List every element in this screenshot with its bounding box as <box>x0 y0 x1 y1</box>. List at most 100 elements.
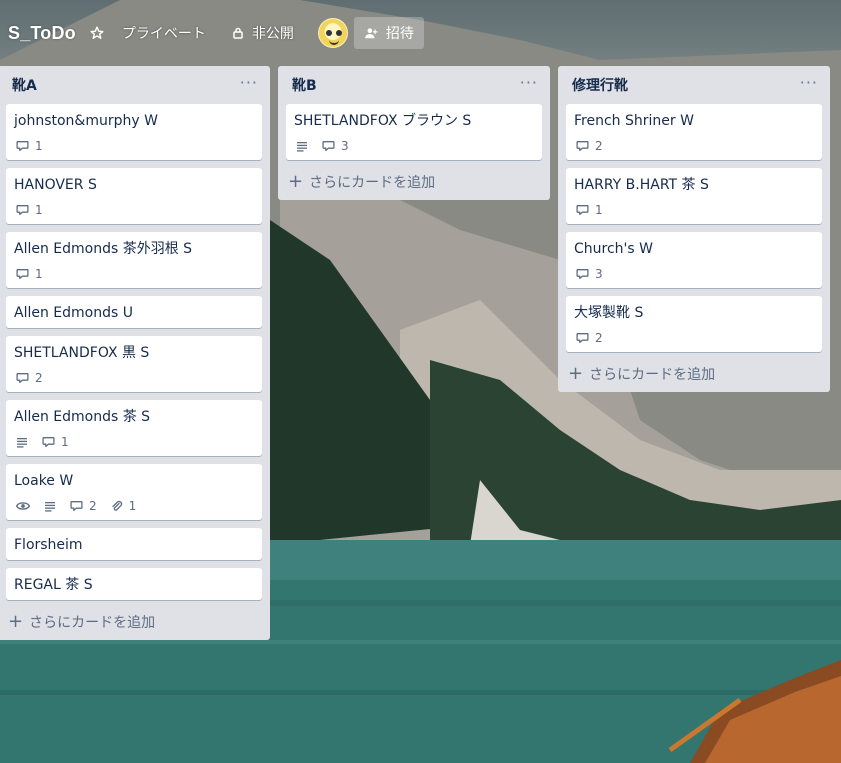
comment-icon <box>576 204 589 216</box>
plus-icon: + <box>8 611 24 632</box>
comment-badge: 2 <box>70 499 97 513</box>
card-badges: 2 <box>14 368 254 388</box>
more-icon[interactable]: ··· <box>240 73 258 92</box>
add-card-label: さらにカードを追加 <box>309 175 436 191</box>
list-header: 靴A ··· <box>6 66 262 104</box>
card[interactable]: Church's W 3 <box>566 232 822 288</box>
comment-badge: 3 <box>576 267 603 281</box>
member-avatar[interactable] <box>317 18 348 48</box>
invite-button[interactable]: 招待 <box>353 17 424 49</box>
card-badges: 3 <box>294 136 534 156</box>
card[interactable]: REGAL 茶 S <box>6 568 262 600</box>
card-title: SHETLANDFOX 黒 S <box>14 345 150 361</box>
privacy-label: 非公開 <box>251 26 294 42</box>
card[interactable]: French Shriner W 2 <box>566 104 822 160</box>
attachment-count: 1 <box>128 499 137 513</box>
card-title: Allen Edmonds 茶 S <box>14 409 151 425</box>
list-header: 修理行靴 ··· <box>566 66 822 104</box>
comment-count: 1 <box>61 435 69 449</box>
card[interactable]: 大塚製靴 S 2 <box>566 296 822 352</box>
card[interactable]: HANOVER S 1 <box>6 168 262 224</box>
comment-icon <box>576 140 589 152</box>
visibility-label: プライベート <box>121 26 206 42</box>
list-shoes-a: 靴A ··· johnston&murphy W 1 HANOVER S 1 Allen E… <box>0 66 270 640</box>
card[interactable]: SHETLANDFOX 黒 S 2 <box>6 336 262 392</box>
add-card-button[interactable]: + さらにカードを追加 <box>286 164 542 200</box>
comment-icon <box>16 204 29 216</box>
lock-icon <box>233 27 243 39</box>
list-header: 靴B ··· <box>286 66 542 104</box>
comment-badge: 1 <box>42 435 69 449</box>
comment-count: 1 <box>35 139 43 153</box>
card-title: Florsheim <box>14 537 83 553</box>
list-title[interactable]: 靴A <box>12 75 37 95</box>
comment-count: 2 <box>595 139 603 153</box>
add-card-button[interactable]: + さらにカードを追加 <box>566 356 822 392</box>
card[interactable]: johnston&murphy W 1 <box>6 104 262 160</box>
invite-label: 招待 <box>385 26 414 42</box>
comment-icon <box>576 268 589 280</box>
list-shoes-b: 靴B ··· SHETLANDFOX ブラウン S 3 + さらにカードを追加 <box>278 66 550 200</box>
card-title: 大塚製靴 S <box>574 305 644 321</box>
comment-count: 2 <box>595 331 603 345</box>
card-title: Allen Edmonds U <box>14 305 133 321</box>
comment-icon <box>16 140 29 152</box>
comment-count: 3 <box>595 267 603 281</box>
card-title: Loake W <box>14 473 74 489</box>
card-badges: 1 <box>14 200 254 220</box>
more-icon[interactable]: ··· <box>520 73 538 92</box>
list-repair: 修理行靴 ··· French Shriner W 2 HARRY B.HART 茶 S… <box>558 66 830 392</box>
card[interactable]: Allen Edmonds U <box>6 296 262 328</box>
star-button[interactable] <box>90 26 104 40</box>
paperclip-icon <box>111 500 123 513</box>
card-title: REGAL 茶 S <box>14 577 93 593</box>
card-badges: 1 <box>14 432 254 452</box>
description-icon <box>16 436 28 448</box>
plus-icon: + <box>288 171 304 192</box>
comment-count: 1 <box>35 203 43 217</box>
plus-icon: + <box>568 363 584 384</box>
card-title: johnston&murphy W <box>14 113 158 129</box>
add-card-label: さらにカードを追加 <box>589 367 716 383</box>
description-icon <box>296 140 308 152</box>
comment-badge: 1 <box>576 203 603 217</box>
card-title: Allen Edmonds 茶外羽根 S <box>14 241 193 257</box>
comment-count: 3 <box>341 139 349 153</box>
comment-icon <box>576 332 589 344</box>
comment-badge: 1 <box>16 139 43 153</box>
board-title[interactable]: S_ToDo <box>8 23 76 44</box>
comment-icon <box>16 372 29 384</box>
card-title: HANOVER S <box>14 177 97 193</box>
card-badges: 2 <box>574 136 814 156</box>
card-title: HARRY B.HART 茶 S <box>574 177 709 193</box>
card[interactable]: Florsheim <box>6 528 262 560</box>
board-header: S_ToDo プライベート 非公開 招待 <box>0 12 841 54</box>
card-badges: 21 <box>14 496 254 516</box>
card-badges: 3 <box>574 264 814 284</box>
comment-icon <box>322 140 335 152</box>
comment-badge: 3 <box>322 139 349 153</box>
eye-icon <box>16 500 30 512</box>
more-icon[interactable]: ··· <box>800 73 818 92</box>
card[interactable]: Loake W21 <box>6 464 262 520</box>
card[interactable]: Allen Edmonds 茶外羽根 S 1 <box>6 232 262 288</box>
attachment-badge: 1 <box>111 499 137 513</box>
card[interactable]: HARRY B.HART 茶 S 1 <box>566 168 822 224</box>
comment-badge: 2 <box>16 371 43 385</box>
privacy-button[interactable]: 非公開 <box>232 23 294 43</box>
list-title[interactable]: 靴B <box>292 75 317 95</box>
card-badges: 2 <box>574 328 814 348</box>
visibility-button[interactable]: プライベート <box>122 23 206 43</box>
add-member-icon <box>365 28 378 39</box>
card-badges: 1 <box>574 200 814 220</box>
card-title: French Shriner W <box>574 113 694 129</box>
card[interactable]: Allen Edmonds 茶 S 1 <box>6 400 262 456</box>
list-title[interactable]: 修理行靴 <box>572 75 628 95</box>
comment-count: 1 <box>595 203 603 217</box>
comment-badge: 1 <box>16 267 43 281</box>
comment-icon <box>70 500 83 512</box>
comment-count: 1 <box>35 267 43 281</box>
comment-badge: 1 <box>16 203 43 217</box>
card[interactable]: SHETLANDFOX ブラウン S 3 <box>286 104 542 160</box>
add-card-button[interactable]: + さらにカードを追加 <box>6 604 262 640</box>
